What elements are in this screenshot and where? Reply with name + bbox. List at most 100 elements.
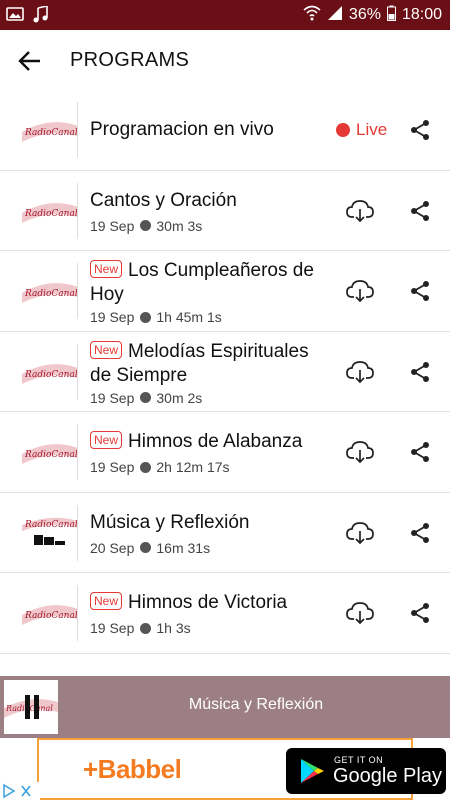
svg-text:RadioCanal: RadioCanal [24,611,78,621]
program-title: Himnos de Alabanza [128,431,303,452]
share-button[interactable] [408,440,432,464]
meta-separator [140,622,152,634]
download-button[interactable] [346,360,374,384]
program-row[interactable]: RadioCanal New Melodías Espirituales de S… [0,332,450,412]
live-indicator: Live [336,120,387,140]
program-row[interactable]: RadioCanal New Himnos de Alabanza 19 Sep … [0,412,450,493]
ad-banner[interactable]: +Babbel GET IT ON Google Play [0,738,450,800]
svg-text:RadioCanal: RadioCanal [24,209,78,219]
program-row-live[interactable]: RadioCanal Programacion en vivo Live [0,90,450,171]
live-label: Live [356,120,388,139]
download-icon [346,521,374,544]
svg-text:RadioCanal: RadioCanal [24,370,78,380]
download-icon [346,360,374,383]
svg-text:RadioCanal: RadioCanal [24,289,78,299]
player-title: Música y Reflexión [188,696,324,713]
svg-text:RadioCanal: RadioCanal [24,520,78,530]
back-arrow-icon [18,51,40,71]
share-icon [411,281,429,301]
program-title-wrap: New Melodías Espirituales de Siempre [90,340,326,388]
share-icon [411,603,429,623]
share-icon [411,361,429,382]
program-title-wrap: New Himnos de Victoria [90,591,326,615]
download-icon [346,602,374,625]
store-small-text: GET IT ON [334,755,384,765]
program-meta: 19 Sep 1h 45m 1s [90,309,222,325]
google-play-badge[interactable]: GET IT ON Google Play [286,748,446,794]
download-icon [346,280,374,303]
download-button[interactable] [346,279,374,303]
download-button[interactable] [346,440,374,464]
program-row[interactable]: RadioCanal New Los Cumpleañeros de Hoy 19… [0,251,450,332]
program-thumbnail: RadioCanal [22,343,78,400]
meta-separator [140,461,152,473]
meta-separator [140,311,152,323]
program-meta: 19 Sep 2h 12m 17s [90,459,230,475]
program-date: 19 Sep [90,217,135,234]
program-thumbnail: RadioCanal [22,102,78,158]
music-note-icon [32,5,48,28]
program-title: Programacion en vivo [90,119,274,140]
program-meta: 19 Sep 30m 2s [90,390,202,406]
program-thumbnail: RadioCanal [22,585,78,641]
program-thumbnail: RadioCanal [22,424,78,480]
program-date: 19 Sep [90,389,135,406]
ad-brand: +Babbel [83,754,182,784]
program-list: RadioCanal Programacion en vivo Live Rad… [0,90,450,654]
status-bar: 36% 18:00 [0,0,450,30]
meta-separator [140,220,152,231]
page-title: PROGRAMS [70,49,190,71]
share-button[interactable] [408,118,432,142]
share-button[interactable] [408,601,432,625]
program-duration: 16m 31s [156,539,211,556]
battery-icon [386,5,396,26]
ad-frame[interactable]: +Babbel GET IT ON Google Play [37,738,446,800]
new-badge: New [90,340,123,359]
program-duration: 1h 45m 1s [156,309,222,325]
download-button[interactable] [346,199,374,223]
app-bar: PROGRAMS [0,30,450,92]
program-row[interactable]: RadioCanal Cantos y Oración 19 Sep 30m 3… [0,171,450,251]
program-title: Melodías Espirituales de Siempre [90,340,309,386]
store-big-text: Google Play [333,765,442,787]
new-badge: New [90,592,123,610]
download-button[interactable] [346,601,374,625]
share-icon [411,442,429,462]
program-date: 20 Sep [90,539,135,556]
download-button[interactable] [346,521,374,545]
program-row[interactable]: RadioCanal New Himnos de Victoria 19 Sep … [0,573,450,654]
signal-icon [327,5,343,26]
svg-text:RadioCanal: RadioCanal [24,450,78,460]
share-button[interactable] [408,199,432,223]
mini-player[interactable]: RadioCanal Música y Reflexión [0,676,450,738]
play-store-icon [301,759,324,783]
share-icon [411,120,429,140]
download-icon [346,199,374,222]
new-badge: New [90,431,123,449]
program-row[interactable]: RadioCanal Música y Reflexión 20 Sep 16m… [0,493,450,573]
program-duration: 2h 12m 17s [156,459,230,475]
program-title: Los Cumpleañeros de Hoy [90,260,314,305]
program-title-wrap: New Himnos de Alabanza [90,430,326,454]
meta-separator [140,392,152,403]
adchoices-icon[interactable] [0,782,40,800]
clock: 18:00 [401,6,442,23]
program-duration: 1h 3s [156,620,191,636]
program-meta: 19 Sep 30m 3s [90,218,202,234]
program-date: 19 Sep [90,309,135,325]
share-button[interactable] [408,360,432,384]
program-title: Himnos de Victoria [128,592,288,613]
program-thumbnail: RadioCanal [22,182,78,239]
share-icon [411,200,429,221]
program-meta: 20 Sep 16m 31s [90,540,210,556]
new-badge: New [90,260,123,278]
back-button[interactable] [14,46,46,76]
picture-icon [6,6,24,28]
wifi-icon [303,5,321,26]
battery-percent: 36% [348,6,381,23]
share-icon [411,522,429,543]
download-icon [346,441,374,464]
share-button[interactable] [408,521,432,545]
program-date: 19 Sep [90,620,135,636]
share-button[interactable] [408,279,432,303]
